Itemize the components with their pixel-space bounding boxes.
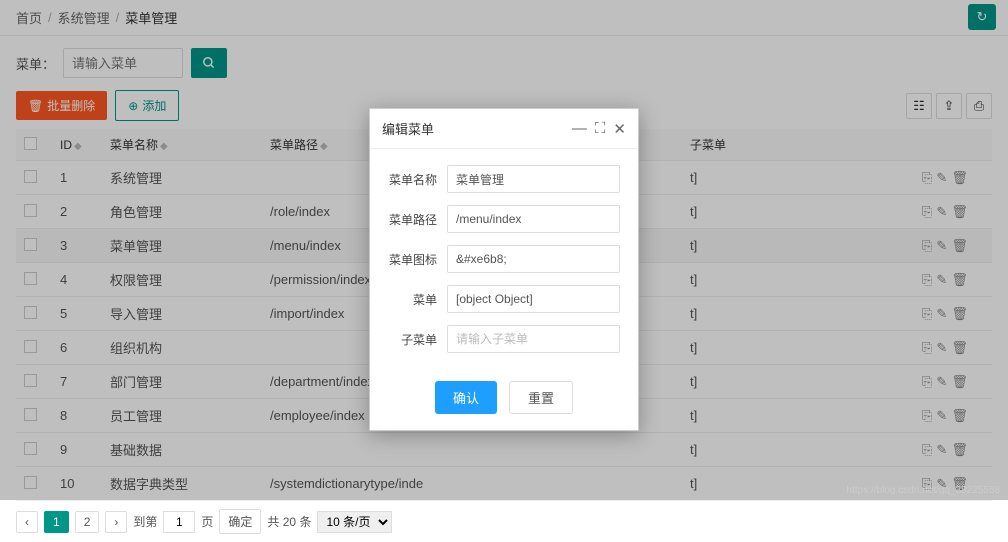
menu-submenu-input[interactable] [447, 325, 620, 353]
edit-dialog: 编辑菜单 — ⛶ ✕ 菜单名称 菜单路径 菜单图标 菜单 子菜单 确认 重置 [369, 108, 639, 431]
page-1-button[interactable]: 1 [44, 511, 69, 533]
close-icon[interactable]: ✕ [613, 120, 626, 138]
menu-icon-input[interactable] [447, 245, 620, 273]
dialog-title: 编辑菜单 [382, 119, 572, 138]
reset-button[interactable]: 重置 [509, 381, 573, 414]
goto-page-input[interactable] [163, 511, 195, 533]
menu-path-input[interactable] [447, 205, 620, 233]
menu-name-input[interactable] [447, 165, 620, 193]
watermark: https://blog.csdn.net/qq_38225558 [847, 485, 1000, 496]
confirm-button[interactable]: 确认 [435, 381, 497, 414]
pagination: ‹ 1 2 › 到第 页 确定 共 20 条 10 条/页 [0, 501, 1008, 542]
minimize-icon[interactable]: — [572, 120, 587, 138]
maximize-icon[interactable]: ⛶ [595, 120, 606, 138]
prev-page-button[interactable]: ‹ [16, 511, 38, 533]
goto-confirm-button[interactable]: 确定 [219, 509, 261, 534]
menu-parent-input[interactable] [447, 285, 620, 313]
next-page-button[interactable]: › [105, 511, 127, 533]
page-2-button[interactable]: 2 [75, 511, 100, 533]
page-size-select[interactable]: 10 条/页 [317, 511, 392, 533]
